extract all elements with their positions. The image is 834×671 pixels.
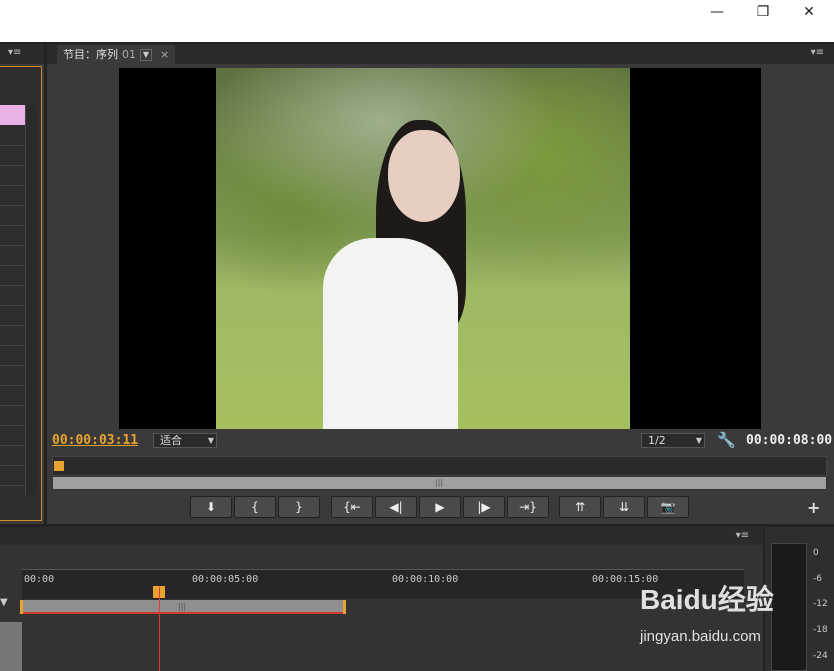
timeline-playhead[interactable] — [159, 587, 160, 671]
video-clip[interactable]: ||| — [20, 600, 346, 614]
grip-icon: ||| — [178, 602, 187, 611]
clip-in-handle[interactable] — [20, 600, 23, 614]
baidu-watermark: Baidu经验 jingyan.baidu.com — [640, 578, 820, 658]
program-monitor: 节目：序列 01 ▼ × ▾≡ 00:00:03:11 适合 ▼ 1/2 ▼ 🔧… — [47, 44, 834, 524]
tab-label: 节目：序列 — [63, 48, 118, 61]
go-to-out-button[interactable]: ⇥} — [507, 496, 549, 518]
chevron-down-icon[interactable]: ▼ — [140, 48, 152, 61]
duration-timecode: 00:00:08:00 — [746, 433, 833, 448]
tab-program-sequence[interactable]: 节目：序列 01 ▼ × — [57, 45, 176, 64]
project-panel: ▾≡ — [0, 44, 44, 524]
timeline-ruler[interactable]: 00:00 00:00:05:00 00:00:10:00 00:00:15:0… — [22, 569, 744, 599]
close-tab-icon[interactable]: × — [160, 45, 169, 64]
step-forward-button[interactable]: |▶ — [463, 496, 505, 518]
export-frame-button[interactable]: 📷 — [647, 496, 689, 518]
window-title-bar: — ❐ ✕ — [0, 0, 834, 42]
resolution-select[interactable]: 1/2 ▼ — [641, 433, 705, 448]
clip-out-handle[interactable] — [343, 600, 346, 614]
play-button[interactable]: ▶ — [419, 496, 461, 518]
add-marker-button[interactable]: ⬇ — [190, 496, 232, 518]
step-back-button[interactable]: ◀| — [375, 496, 417, 518]
monitor-tab-bar: 节目：序列 01 ▼ × ▾≡ — [47, 44, 834, 64]
monitor-time-ruler[interactable] — [52, 456, 827, 476]
resolution-select-value: 1/2 — [648, 434, 666, 447]
extract-button[interactable]: ⇊ — [603, 496, 645, 518]
tab-number: 01 — [122, 48, 136, 61]
ruler-label: 00:00 — [24, 574, 55, 585]
panel-menu-icon[interactable]: ▾≡ — [736, 530, 749, 541]
lift-button[interactable]: ⇈ — [559, 496, 601, 518]
minimize-button[interactable]: — — [694, 0, 740, 24]
project-panel-header: ▾≡ — [0, 44, 44, 64]
ruler-label: 00:00:05:00 — [192, 574, 259, 585]
video-preview[interactable] — [119, 68, 761, 429]
chevron-down-icon: ▼ — [695, 436, 702, 445]
watermark-brand: Baidu经验 — [640, 584, 774, 615]
mark-out-button[interactable]: } — [278, 496, 320, 518]
panel-menu-icon[interactable]: ▾≡ — [8, 47, 21, 58]
fit-select[interactable]: 适合 ▼ — [153, 433, 217, 448]
current-timecode[interactable]: 00:00:03:11 — [52, 433, 138, 448]
close-button[interactable]: ✕ — [786, 0, 832, 24]
watermark-url: jingyan.baidu.com — [640, 628, 761, 645]
panel-menu-icon[interactable]: ▾≡ — [811, 47, 824, 58]
selected-item-highlight[interactable] — [0, 105, 25, 125]
track-marker-icon: ▼ — [0, 597, 8, 608]
add-button-icon[interactable]: + — [807, 498, 820, 517]
chevron-down-icon: ▼ — [207, 436, 214, 445]
mark-in-button[interactable]: { — [234, 496, 276, 518]
track-header — [0, 622, 22, 671]
subject-head — [388, 130, 460, 222]
monitor-zoom-scrollbar[interactable]: ||| — [52, 476, 827, 490]
project-panel-body — [0, 66, 42, 521]
fit-select-value: 适合 — [160, 434, 182, 447]
meter-label: 0 — [813, 548, 819, 558]
wrench-icon[interactable]: 🔧 — [717, 431, 736, 449]
video-frame-image — [216, 68, 630, 429]
ruler-label: 00:00:10:00 — [392, 574, 459, 585]
playhead-marker-icon[interactable] — [54, 461, 64, 471]
go-to-in-button[interactable]: {⇤ — [331, 496, 373, 518]
grip-icon: ||| — [435, 478, 444, 487]
project-scrollbar[interactable] — [25, 105, 37, 495]
maximize-button[interactable]: ❐ — [740, 0, 786, 24]
timeline-header: ▾≡ — [0, 527, 763, 545]
subject-body — [323, 238, 458, 429]
